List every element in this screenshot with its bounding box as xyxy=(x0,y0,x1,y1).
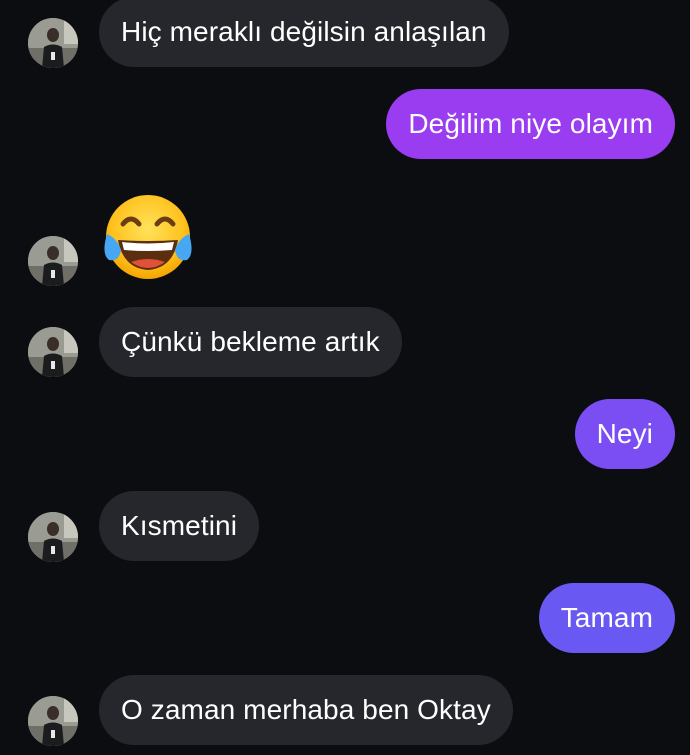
message-bubble[interactable]: Tamam xyxy=(538,583,675,653)
message-text: Hiç meraklı değilsin anlaşılan xyxy=(121,16,487,47)
message-row-incoming xyxy=(0,194,690,286)
message-row-outgoing: Değilim niye olayım xyxy=(0,89,690,159)
contact-avatar[interactable] xyxy=(28,512,78,562)
person-photo-icon xyxy=(28,18,78,68)
message-row-incoming: O zaman merhaba ben Oktay xyxy=(0,675,690,746)
message-row-outgoing: Neyi xyxy=(0,399,690,469)
person-photo-icon xyxy=(28,236,78,286)
message-text: O zaman merhaba ben Oktay xyxy=(121,694,491,725)
message-bubble[interactable]: Değilim niye olayım xyxy=(386,89,675,159)
message-bubble[interactable]: Neyi xyxy=(574,399,675,469)
contact-avatar[interactable] xyxy=(28,696,78,746)
message-text: Kısmetini xyxy=(121,510,238,541)
message-bubble[interactable]: Kısmetini xyxy=(99,491,260,561)
message-text: Neyi xyxy=(596,418,653,449)
message-row-outgoing: Tamam xyxy=(0,583,690,653)
message-text: Tamam xyxy=(560,602,653,633)
person-photo-icon xyxy=(28,327,78,377)
message-bubble[interactable]: O zaman merhaba ben Oktay xyxy=(99,675,513,745)
contact-avatar[interactable] xyxy=(28,327,78,377)
message-text: Değilim niye olayım xyxy=(408,108,653,139)
message-bubble[interactable]: Hiç meraklı değilsin anlaşılan xyxy=(99,0,509,67)
person-photo-icon xyxy=(28,512,78,562)
message-bubble[interactable]: Çünkü bekleme artık xyxy=(99,307,402,377)
message-row-incoming: Hiç meraklı değilsin anlaşılan xyxy=(0,0,690,70)
person-photo-icon xyxy=(28,696,78,746)
message-row-incoming: Kısmetini xyxy=(0,491,690,562)
message-text: Çünkü bekleme artık xyxy=(121,326,380,357)
face-with-tears-of-joy-icon[interactable] xyxy=(101,194,195,284)
message-row-incoming: Çünkü bekleme artık xyxy=(0,307,690,377)
contact-avatar[interactable] xyxy=(28,236,78,286)
contact-avatar[interactable] xyxy=(28,18,78,68)
